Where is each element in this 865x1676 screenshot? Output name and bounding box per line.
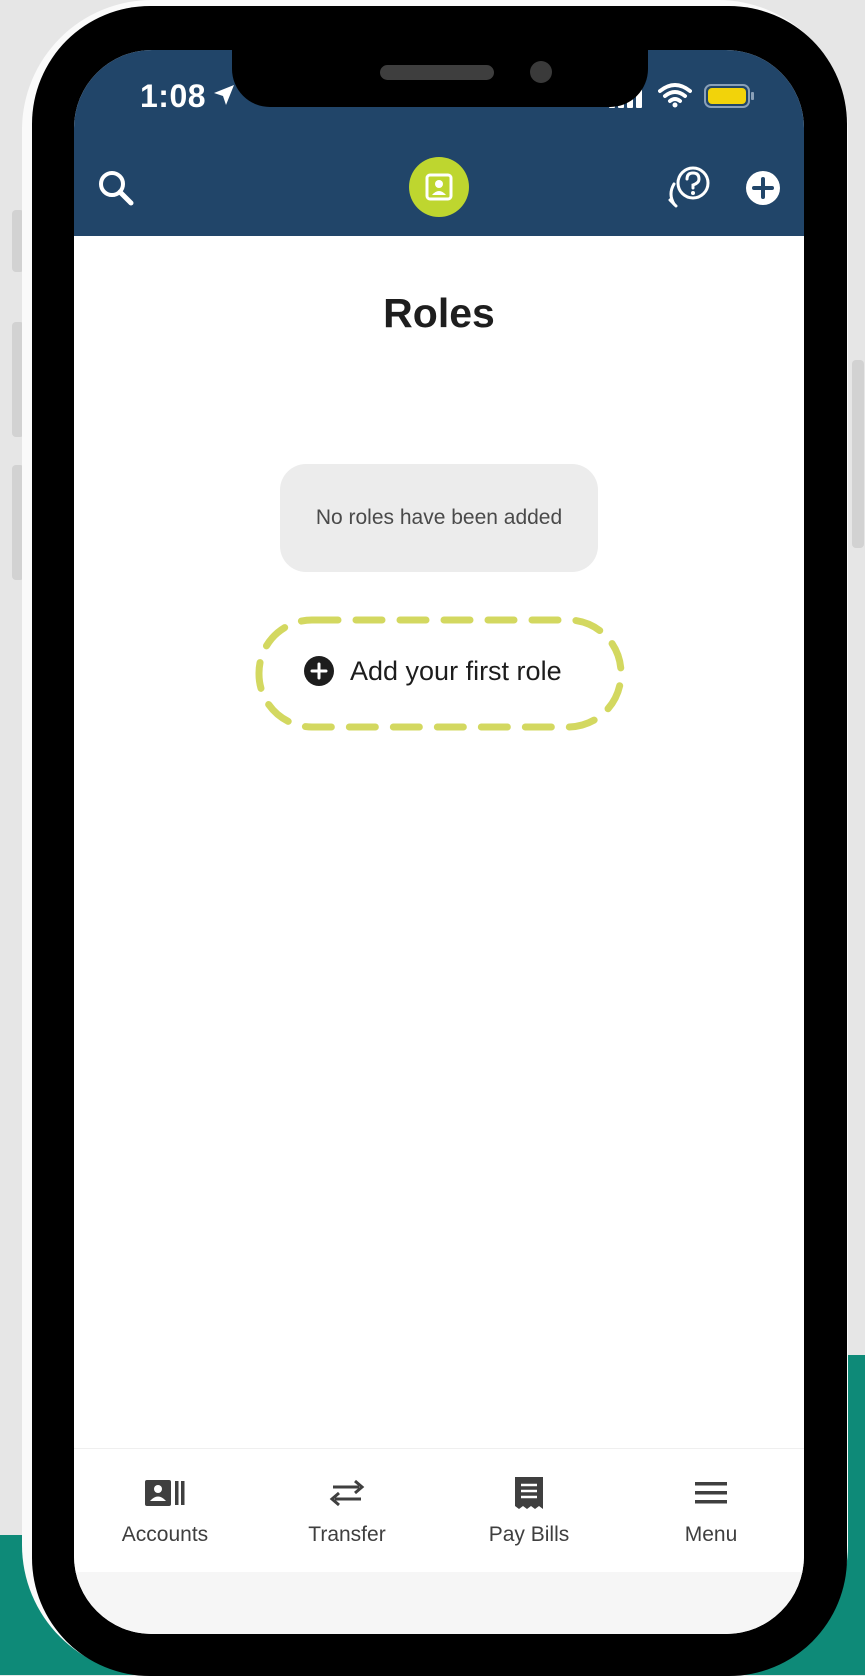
phone-screen: 1:08 Roles No roles have been added Add … [74,50,804,1634]
status-time: 1:08 [140,78,207,114]
transfer-icon [329,1479,365,1507]
search-icon[interactable] [96,168,136,208]
phone-side-button-power [852,360,864,548]
empty-state-text: No roles have been added [315,506,563,529]
phone-speaker [380,65,494,80]
empty-state-message: No roles have been added [280,464,598,572]
page-title: Roles [383,290,495,336]
nav-item-menu[interactable]: Menu [620,1449,802,1573]
accounts-icon [145,1480,185,1506]
nav-item-pay-bills[interactable]: Pay Bills [438,1449,620,1573]
home-indicator-area [74,1572,804,1634]
profile-badge-button[interactable] [409,157,469,217]
nav-item-transfer[interactable]: Transfer [256,1449,438,1573]
menu-icon [695,1482,727,1504]
add-first-role-label: Add your first role [350,655,562,686]
nav-label-pay-bills: Pay Bills [488,1523,570,1546]
phone-notch [232,50,648,107]
add-first-role-button[interactable]: Add your first role [304,648,562,694]
nav-item-accounts[interactable]: Accounts [74,1449,256,1573]
location-arrow-icon [214,85,234,105]
receipt-icon [515,1477,543,1509]
contact-card-icon [425,173,453,201]
nav-label-transfer: Transfer [308,1523,386,1546]
phone-camera [530,61,552,83]
add-circle-icon [304,656,334,686]
wifi-icon [658,83,692,108]
battery-icon [704,84,754,108]
nav-label-accounts: Accounts [121,1523,209,1546]
nav-label-menu: Menu [684,1523,738,1546]
app-header: 1:08 [74,50,804,236]
help-chat-icon[interactable] [666,164,712,208]
bottom-navigation: Accounts Transfer Pay Bills Menu [74,1448,804,1573]
plus-circle-icon[interactable] [745,170,781,206]
